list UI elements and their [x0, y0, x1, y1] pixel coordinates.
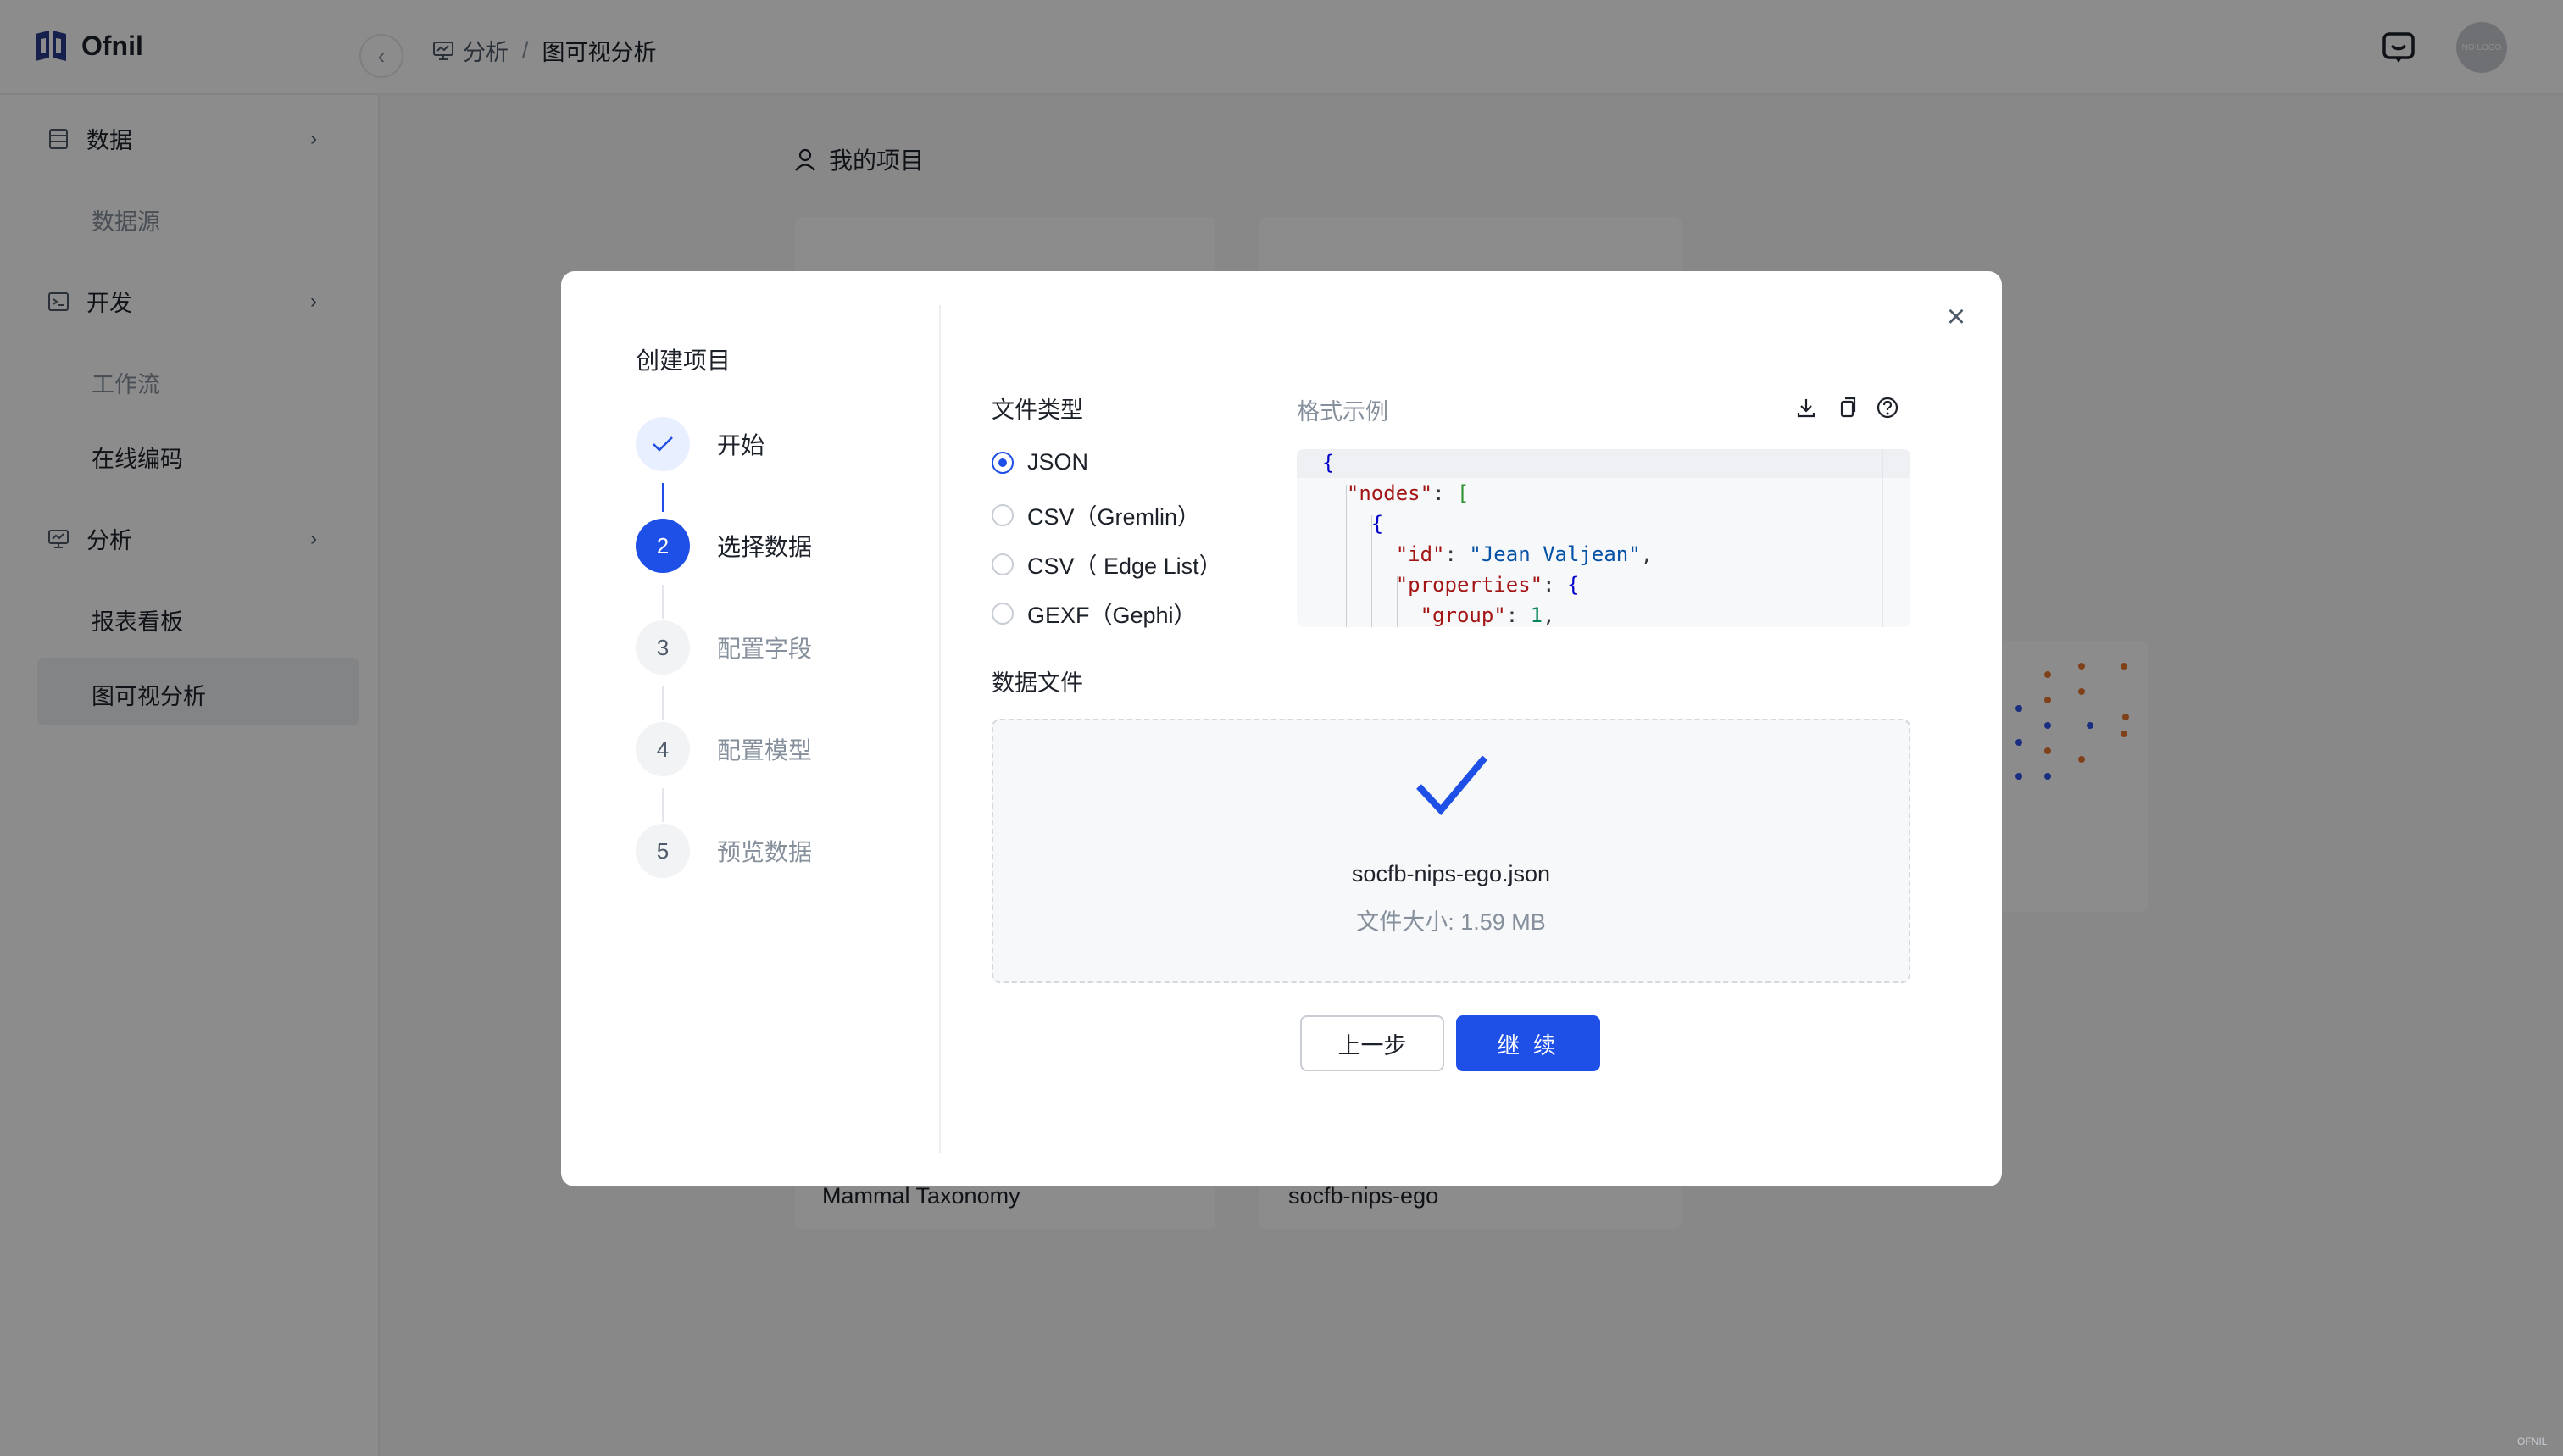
file-type-title: 文件类型	[992, 397, 1083, 423]
radio-csv-edge-list[interactable]: CSV（ Edge List）	[992, 547, 1222, 581]
step-label: 开始	[717, 432, 765, 458]
format-example-code[interactable]: { "nodes": [ { "id": "Jean Valjean", "pr…	[1297, 449, 1910, 627]
code-line: "id": "Jean Valjean",	[1395, 542, 1654, 566]
modal-divider	[939, 305, 941, 1153]
step-connector	[662, 788, 664, 822]
step-start: 开始	[636, 417, 764, 471]
code-active-line	[1297, 449, 1910, 478]
code-line: "group": 1,	[1420, 603, 1555, 627]
step-preview-data: 5 预览数据	[636, 824, 812, 878]
check-icon	[653, 436, 673, 452]
close-icon: ×	[1946, 299, 1966, 335]
radio-json[interactable]: JSON	[992, 449, 1088, 475]
close-button[interactable]: ×	[1939, 300, 1973, 334]
radio-gexf-gephi[interactable]: GEXF（Gephi）	[992, 597, 1197, 630]
radio-button-checked[interactable]	[992, 451, 1014, 474]
radio-csv-gremlin[interactable]: CSV（Gremlin）	[992, 498, 1200, 531]
upload-drop-zone[interactable]: socfb-nips-ego.json 文件大小: 1.59 MB	[992, 719, 1910, 983]
step-connector	[662, 686, 664, 720]
uploaded-file-size: 文件大小: 1.59 MB	[1356, 909, 1546, 935]
step-connector	[662, 483, 664, 512]
download-icon[interactable]	[1793, 395, 1819, 420]
radio-button[interactable]	[992, 602, 1014, 625]
code-line: "nodes": [	[1346, 481, 1470, 505]
step-number: 4	[636, 722, 690, 776]
step-label: 选择数据	[717, 534, 813, 560]
step-config-fields: 3 配置字段	[636, 620, 812, 675]
step-done-circle	[636, 417, 690, 471]
step-label: 配置字段	[717, 636, 813, 662]
step-connector	[662, 585, 664, 619]
code-line: {	[1370, 512, 1384, 536]
step-select-data: 2 选择数据	[636, 519, 812, 573]
step-label: 预览数据	[717, 839, 813, 865]
upload-success-check-icon	[1416, 755, 1488, 816]
footer-watermark: OFNIL	[2517, 1436, 2548, 1448]
radio-button[interactable]	[992, 553, 1014, 575]
radio-button[interactable]	[992, 503, 1014, 526]
code-line: {	[1322, 451, 1335, 475]
uploaded-file-name: socfb-nips-ego.json	[1351, 861, 1551, 886]
step-number: 3	[636, 620, 690, 675]
step-label: 配置模型	[717, 737, 813, 764]
copy-icon[interactable]	[1834, 395, 1860, 420]
prev-step-button[interactable]: 上一步	[1300, 1015, 1444, 1071]
code-scrollbar-track[interactable]	[1882, 449, 1883, 627]
step-number: 2	[636, 519, 690, 573]
format-example-title: 格式示例	[1297, 399, 1388, 425]
continue-button[interactable]: 继 续	[1456, 1015, 1600, 1071]
step-number: 5	[636, 824, 690, 878]
code-line: "properties": {	[1395, 573, 1580, 597]
help-icon[interactable]	[1875, 395, 1900, 420]
step-config-model: 4 配置模型	[636, 722, 812, 776]
modal-title: 创建项目	[636, 347, 731, 374]
create-project-modal: × 创建项目 开始 2 选择数据 3 配置字段 4 配置模型 5 预览数据 文件…	[561, 271, 2002, 1186]
data-file-title: 数据文件	[992, 670, 1083, 696]
